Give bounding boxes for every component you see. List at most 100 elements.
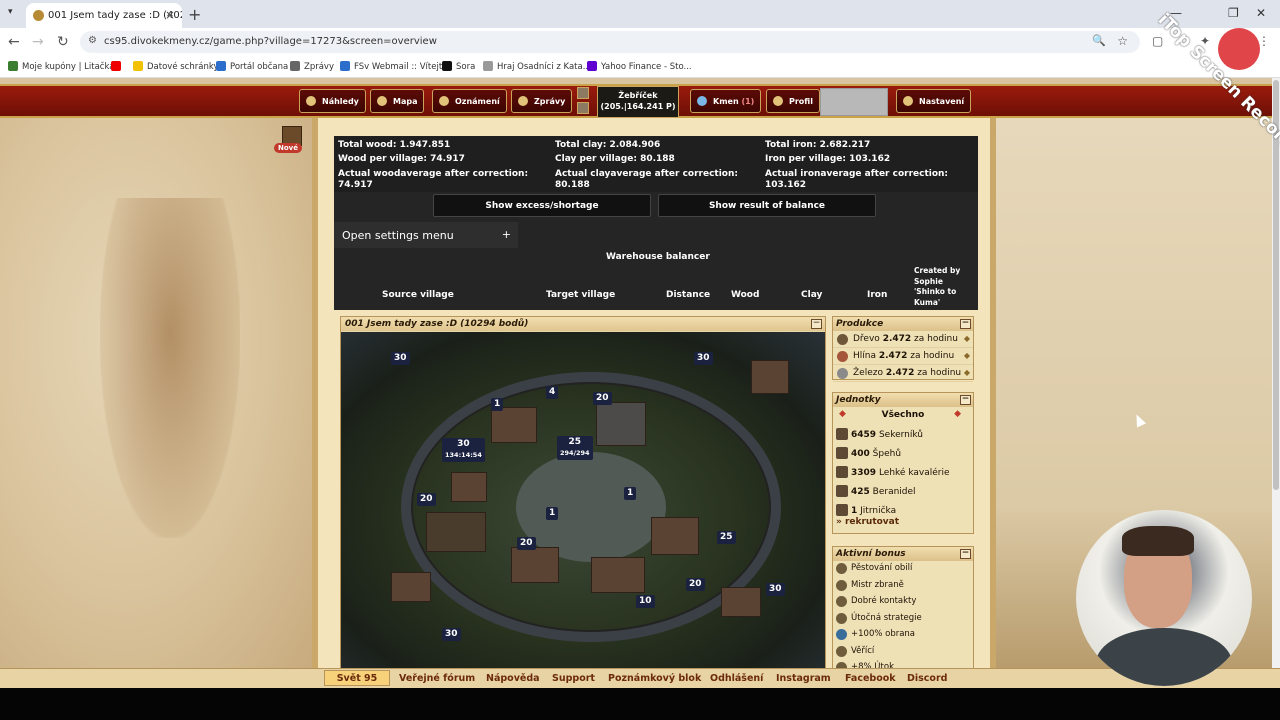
unit-row-light-cavalry[interactable]: 3309 Lehké kavalérie (833, 463, 973, 482)
ranking-label: Žebříček (618, 91, 658, 100)
collapse-production-icon[interactable]: − (960, 319, 971, 329)
level-badge: 1 (546, 507, 559, 520)
bookmark-item[interactable]: Sora (442, 61, 475, 72)
iron-avg-label: Actual ironaverage after correction: (765, 169, 949, 179)
minimize-icon[interactable]: — (1170, 6, 1182, 20)
bookmark-item[interactable]: Portál občana (216, 61, 288, 72)
arrow-left-icon[interactable]: ◆ (839, 409, 846, 419)
stable-building[interactable] (451, 472, 487, 502)
info-icon[interactable]: ◆ (964, 368, 970, 377)
level-badge: 20 (417, 493, 436, 506)
youtube-icon[interactable] (111, 61, 125, 72)
nav-mapa[interactable]: Mapa (370, 89, 425, 113)
new-tab-icon[interactable]: + (188, 5, 201, 24)
show-excess-button[interactable]: Show excess/shortage (433, 194, 651, 217)
collapse-bonus-icon[interactable]: − (960, 549, 971, 559)
bookmark-item[interactable]: Zprávy (290, 61, 334, 72)
village-plaza (516, 452, 666, 562)
iron-icon (837, 368, 848, 379)
footer-link-support[interactable]: Support (552, 673, 595, 684)
footer-link-help[interactable]: Nápověda (486, 673, 540, 684)
iron-mine-building[interactable] (721, 587, 761, 617)
bookmark-item[interactable]: Yahoo Finance - Sto... (587, 61, 692, 72)
footer-link-logout[interactable]: Odhlášení (710, 673, 763, 684)
address-bar[interactable]: ⚙ cs95.divokekmeny.cz/game.php?village=1… (80, 31, 1140, 53)
page-scrollbar[interactable] (1272, 78, 1280, 670)
footer-link-facebook[interactable]: Facebook (845, 673, 896, 684)
show-result-button[interactable]: Show result of balance (658, 194, 876, 217)
unit-row-spy[interactable]: 400 Špehů (833, 444, 973, 463)
extension-icon[interactable]: ▢ (1152, 34, 1163, 48)
footer-link-forum[interactable]: Veřejné fórum (399, 673, 475, 684)
iron-avg: 103.162 (765, 180, 806, 190)
tribe-icon (697, 96, 707, 106)
main-content: Total wood: 1.947.851 Total clay: 2.084.… (312, 118, 996, 670)
footer-link-discord[interactable]: Discord (907, 673, 947, 684)
bookmark-item[interactable]: Hraj Osadníci z Kata... (483, 61, 591, 72)
collapse-icon[interactable] (577, 102, 589, 114)
open-settings-menu[interactable]: Open settings menu + (334, 222, 518, 248)
nav-profil[interactable]: Profil (766, 89, 820, 113)
zoom-icon[interactable]: 🔍 (1092, 34, 1106, 47)
arrow-right-icon[interactable]: ◆ (954, 409, 961, 419)
footer-link-notebook[interactable]: Poznámkový blok (608, 673, 701, 684)
puzzle-icon[interactable]: ✦ (1200, 34, 1210, 48)
back-icon[interactable]: ← (8, 34, 20, 50)
col-iron: Iron (867, 290, 888, 300)
browser-tab[interactable]: 001 Jsem tady zase :D (402|584) × (26, 3, 182, 28)
collapse-units-icon[interactable]: − (960, 395, 971, 405)
info-icon[interactable]: ◆ (964, 334, 970, 343)
premium-slot[interactable] (820, 88, 888, 116)
village-title: 001 Jsem tady zase :D (10294 bodů) (341, 317, 825, 331)
reload-icon[interactable]: ↻ (57, 34, 69, 50)
ranking-box[interactable]: Žebříček (205.|164.241 P) (597, 86, 679, 118)
timber-camp-building[interactable] (751, 360, 789, 394)
farm-building[interactable] (426, 512, 486, 552)
clay-pit-building[interactable] (391, 572, 431, 602)
tab-search-icon[interactable]: ▾ (8, 7, 13, 17)
workshop-building[interactable] (651, 517, 699, 555)
level-badge: 20 (593, 392, 612, 405)
maximize-icon[interactable]: ❐ (1228, 6, 1239, 20)
bookmark-item[interactable]: Moje kupóny | Litačka (8, 61, 114, 72)
nav-zpravy[interactable]: Zprávy (511, 89, 573, 113)
person-hair (1122, 526, 1194, 556)
close-tab-icon[interactable]: × (165, 8, 175, 22)
nav-nahledy[interactable]: Náhledy (299, 89, 366, 113)
nav-oznameni[interactable]: Oznámení (432, 89, 507, 113)
settings-label: Open settings menu (342, 229, 454, 242)
bonus-row: Útočná strategie (833, 611, 973, 628)
light-cavalry-icon (836, 466, 848, 478)
unit-row-ram[interactable]: 425 Beranidel (833, 482, 973, 501)
bookmark-item[interactable]: Datové schránky (133, 61, 218, 72)
url-text: cs95.divokekmeny.cz/game.php?village=172… (104, 36, 437, 47)
warehouse-building[interactable] (511, 547, 559, 583)
ram-icon (836, 485, 848, 497)
market-building[interactable] (591, 557, 645, 593)
units-filter[interactable]: ◆ Všechno ◆ (833, 407, 973, 425)
barracks-building[interactable] (491, 407, 537, 443)
world-badge[interactable]: Svět 95 (324, 670, 390, 686)
expand-icon[interactable] (577, 87, 589, 99)
star-icon[interactable]: ☆ (1117, 34, 1128, 48)
strategy-icon (836, 612, 847, 624)
scrollbar-thumb[interactable] (1273, 80, 1279, 490)
site-info-icon[interactable]: ⚙ (88, 35, 97, 46)
footer-link-instagram[interactable]: Instagram (776, 673, 831, 684)
nav-kmen[interactable]: Kmen (1) (690, 89, 762, 113)
collapse-village-icon[interactable]: − (811, 319, 822, 329)
production-title: Produkce − (833, 317, 973, 331)
info-icon[interactable]: ◆ (964, 351, 970, 360)
close-window-icon[interactable]: ✕ (1256, 6, 1266, 20)
overview-icon (306, 96, 316, 106)
production-panel: Produkce − Dřevo 2.472 za hodinu ◆ Hlína 2… (832, 316, 974, 382)
village-map[interactable]: 30 30 4 20 1 30 134:14:54 25 294/294 20 1 … (341, 332, 825, 670)
bookmark-item[interactable]: FSv Webmail :: Vítejt... (340, 61, 450, 72)
headquarters-building[interactable] (596, 402, 646, 446)
unit-row-militia[interactable]: 1 Jitrnička (833, 501, 973, 520)
nav-nastaveni[interactable]: Nastavení (896, 89, 972, 113)
unit-row-axe[interactable]: 6459 Sekerníků (833, 425, 973, 444)
level-badge: 25 (717, 531, 736, 544)
level-badge: 1 (491, 398, 504, 411)
forward-icon[interactable]: → (32, 34, 44, 50)
